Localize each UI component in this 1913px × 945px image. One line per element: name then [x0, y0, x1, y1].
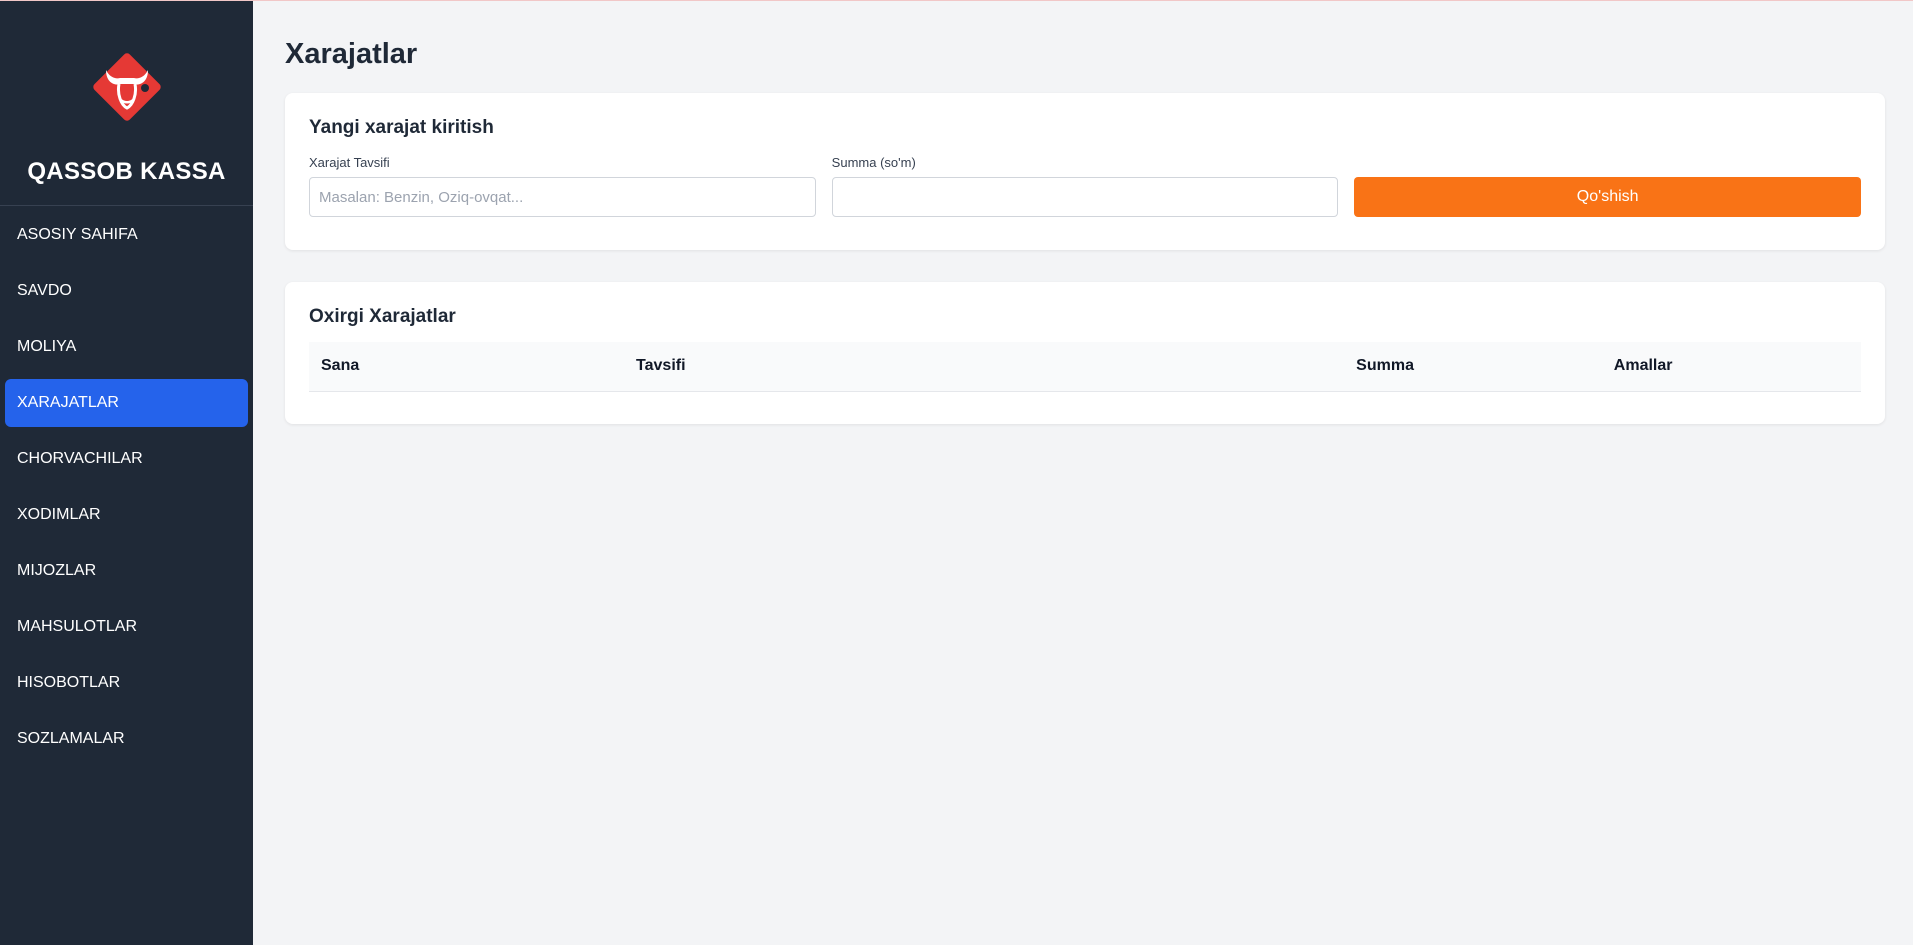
- new-expense-form: Xarajat Tavsifi Summa (so'm) Qo'shish: [309, 155, 1862, 217]
- table-header-row: Sana Tavsifi Summa Amallar: [309, 342, 1861, 392]
- new-expense-title: Yangi xarajat kiritish: [309, 117, 494, 138]
- recent-expenses-card: Oxirgi Xarajatlar Sana Tavsifi Summa Ama…: [285, 282, 1885, 424]
- column-header-tavsifi: Tavsifi: [624, 342, 1345, 392]
- page-title: Xarajatlar: [285, 38, 418, 70]
- expenses-table: Sana Tavsifi Summa Amallar: [309, 342, 1861, 392]
- sidebar-item-moliya[interactable]: MOLIYA: [5, 323, 248, 371]
- main-content: Xarajatlar Yangi xarajat kiritish Xaraja…: [253, 1, 1913, 945]
- amount-input[interactable]: [831, 177, 1339, 217]
- sidebar-item-hisobotlar[interactable]: HISOBOTLAR: [5, 659, 248, 707]
- column-header-summa: Summa: [1344, 342, 1602, 392]
- sidebar-item-savdo[interactable]: SAVDO: [5, 267, 248, 315]
- description-field-group: Xarajat Tavsifi: [309, 155, 816, 217]
- bull-head-icon: [92, 53, 161, 121]
- sidebar-item-chorvachilar[interactable]: CHORVACHILAR: [5, 435, 248, 483]
- brand-header: QASSOB KASSA: [0, 1, 253, 206]
- sidebar-nav: ASOSIY SAHIFA SAVDO MOLIYA XARAJATLAR CH…: [0, 206, 253, 776]
- recent-expenses-title: Oxirgi Xarajatlar: [309, 306, 456, 327]
- column-header-amallar: Amallar: [1601, 342, 1861, 392]
- add-expense-button[interactable]: Qo'shish: [1354, 177, 1862, 217]
- sidebar-item-asosiy-sahifa[interactable]: ASOSIY SAHIFA: [5, 211, 248, 259]
- amount-label: Summa (so'm): [831, 155, 916, 170]
- sidebar-item-xodimlar[interactable]: XODIMLAR: [5, 491, 248, 539]
- amount-field-group: Summa (so'm): [831, 155, 1339, 217]
- description-input[interactable]: [309, 177, 816, 217]
- sidebar: QASSOB KASSA ASOSIY SAHIFA SAVDO MOLIYA …: [0, 1, 253, 945]
- column-header-sana: Sana: [309, 342, 625, 392]
- sidebar-item-xarajatlar[interactable]: XARAJATLAR: [5, 379, 248, 427]
- new-expense-card: Yangi xarajat kiritish Xarajat Tavsifi S…: [285, 93, 1885, 250]
- description-label: Xarajat Tavsifi: [309, 155, 390, 170]
- brand-name: QASSOB KASSA: [27, 158, 226, 185]
- sidebar-item-sozlamalar[interactable]: SOZLAMALAR: [5, 715, 248, 763]
- sidebar-item-mijozlar[interactable]: MIJOZLAR: [5, 547, 248, 595]
- sidebar-item-mahsulotlar[interactable]: MAHSULOTLAR: [5, 603, 248, 651]
